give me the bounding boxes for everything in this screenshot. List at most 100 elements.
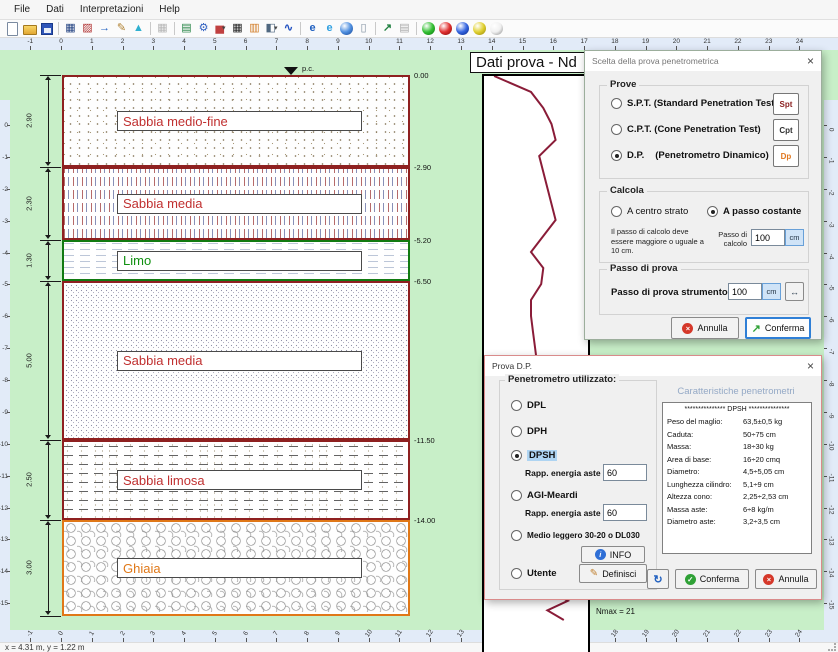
ruler-number: 3 <box>145 38 161 45</box>
grid-disabled-icon[interactable]: ▦ <box>154 21 171 37</box>
definisci-button[interactable]: ✎ Definisci <box>579 564 647 583</box>
soil-layer-2[interactable]: Sabbia media <box>62 167 410 240</box>
dropdown-caret-icon[interactable]: ▾ <box>222 25 226 32</box>
cone-icon[interactable]: ▲ <box>130 21 147 37</box>
save-icon[interactable] <box>38 21 55 37</box>
save-icon-shape <box>41 23 53 35</box>
dialog-title-bar[interactable]: Scelta della prova penetrometrica × <box>585 51 821 71</box>
export-table-icon[interactable]: ▦ <box>62 21 79 37</box>
soil-layer-4[interactable]: Sabbia media <box>62 281 410 440</box>
open-folder-icon[interactable] <box>21 21 38 37</box>
book-icon[interactable]: ▥ <box>246 21 263 37</box>
centro-strato-label: A centro strato <box>627 206 688 217</box>
line-chart-icon[interactable]: ∿ <box>280 21 297 37</box>
close-icon[interactable]: × <box>807 360 814 372</box>
spt-button[interactable]: Spt <box>773 93 799 115</box>
forward-icon[interactable]: → <box>96 21 113 37</box>
dpl-radio[interactable] <box>511 400 522 411</box>
export-graph-icon[interactable]: ↗ <box>379 21 396 37</box>
histogram-icon[interactable]: ▅▾ <box>212 21 229 37</box>
print-disabled-icon[interactable]: ▤ <box>396 21 413 37</box>
ground-level-label: p.c. <box>302 64 314 73</box>
menu-help[interactable]: Help <box>151 2 188 17</box>
close-icon[interactable]: × <box>807 55 814 67</box>
centro-strato-radio[interactable] <box>611 206 622 217</box>
ruler-tick <box>824 539 827 540</box>
agi-meardi-radio[interactable] <box>511 490 522 501</box>
radio-row-passo-costante: A passo costante <box>707 206 801 217</box>
annulla-button-scelta[interactable]: × Annulla <box>671 317 739 339</box>
ruler-number: 9 <box>330 38 346 45</box>
conferma-button-scelta[interactable]: ↗ Conferma <box>745 317 811 339</box>
soil-layer-6[interactable]: Ghiaia <box>62 520 410 616</box>
dialog-title-bar[interactable]: Prova D.P. × <box>485 356 821 376</box>
soil-layer-3[interactable]: Limo <box>62 240 410 281</box>
dialog-title: Scelta della prova penetrometrica <box>592 56 807 66</box>
depth-label: -5.20 <box>414 236 431 245</box>
table-icon[interactable]: ▦ <box>229 21 246 37</box>
cpt-radio[interactable] <box>611 124 622 135</box>
passo-stepper-button[interactable]: ↔ <box>785 282 804 301</box>
blue-ball-icon[interactable] <box>454 21 471 37</box>
rapp-energia-input-agi[interactable] <box>603 504 647 521</box>
dph-radio[interactable] <box>511 426 522 437</box>
medio-leggero-radio[interactable] <box>511 530 522 541</box>
ruler-tick <box>7 284 10 285</box>
refresh-button[interactable]: ↻ <box>647 569 669 589</box>
passo-calcolo-input[interactable] <box>751 229 785 246</box>
info-button[interactable]: i INFO <box>581 546 645 563</box>
boundary-tick <box>40 240 61 241</box>
green-ball-icon[interactable] <box>420 21 437 37</box>
ruler-horizontal-bottom[interactable]: -101234567891011121314151617181920212223… <box>0 630 838 642</box>
ruler-horizontal-top[interactable]: -101234567891011121314151617181920212223… <box>0 38 838 50</box>
spt-radio[interactable] <box>611 98 622 109</box>
gear-globe-icon[interactable]: ⚙ <box>195 21 212 37</box>
yellow-ball-icon[interactable] <box>471 21 488 37</box>
ruler-vertical-right[interactable]: 0-1-2-3-4-5-6-7-8-9-10-11-12-13-14-15-16… <box>824 100 838 652</box>
boundary-tick <box>40 167 61 168</box>
dpsh-radio[interactable] <box>511 450 522 461</box>
depth-label: -2.90 <box>414 163 431 172</box>
white-ball-icon[interactable] <box>488 21 505 37</box>
caratteristica-label: Diametro: <box>667 466 743 479</box>
passo-prova-input[interactable] <box>728 283 762 300</box>
annulla-button-dp[interactable]: × Annulla <box>755 569 817 589</box>
ruler-number: 13 <box>453 38 469 45</box>
menu-file[interactable]: File <box>6 2 38 17</box>
soil-layer-1[interactable]: Sabbia medio-fine <box>62 75 410 167</box>
caratteristica-label: Massa: <box>667 441 743 454</box>
edit-page-icon[interactable]: ✎ <box>113 21 130 37</box>
radio-row-centro-strato: A centro strato <box>611 206 688 217</box>
image-icon[interactable]: ▨ <box>79 21 96 37</box>
green-arrow-icon: ↗ <box>752 322 761 335</box>
dp-radio[interactable] <box>611 150 622 161</box>
dp-button[interactable]: Dp <box>773 145 799 167</box>
layer-label: Sabbia limosa <box>117 470 362 490</box>
browser-icon[interactable]: e <box>321 21 338 37</box>
ruler-vertical-left[interactable]: 0-1-2-3-4-5-6-7-8-9-10-11-12-13-14-15-16… <box>0 100 10 652</box>
dimension-line <box>48 285 49 436</box>
red-ball-icon[interactable] <box>437 21 454 37</box>
cpt-button[interactable]: Cpt <box>773 119 799 141</box>
resize-grip[interactable] <box>828 643 836 651</box>
new-document-icon[interactable] <box>4 21 21 37</box>
utente-radio[interactable] <box>511 568 522 579</box>
html-export-icon[interactable]: e <box>304 21 321 37</box>
ruler-number: 8 <box>299 38 315 45</box>
ruler-tick <box>824 253 827 254</box>
dimension-arrow-up <box>45 168 51 172</box>
conferma-button-dp[interactable]: ✓ Conferma <box>675 569 749 589</box>
menu-dati[interactable]: Dati <box>38 2 72 17</box>
dp-label: D.P. <box>627 150 644 161</box>
rapp-energia-input-dpsh[interactable] <box>603 464 647 481</box>
world-icon[interactable] <box>338 21 355 37</box>
ruler-tick <box>824 157 827 158</box>
menu-interpretazioni[interactable]: Interpretazioni <box>72 2 151 17</box>
archive-icon[interactable]: ▯ <box>355 21 372 37</box>
passo-costante-radio[interactable] <box>707 206 718 217</box>
soil-layer-5[interactable]: Sabbia limosa <box>62 440 410 520</box>
section-icon[interactable]: ◧▾ <box>263 21 280 37</box>
dropdown-caret-icon[interactable]: ▾ <box>274 25 278 32</box>
caratteristica-value: 18÷30 kg <box>743 441 774 454</box>
report-icon[interactable]: ▤ <box>178 21 195 37</box>
